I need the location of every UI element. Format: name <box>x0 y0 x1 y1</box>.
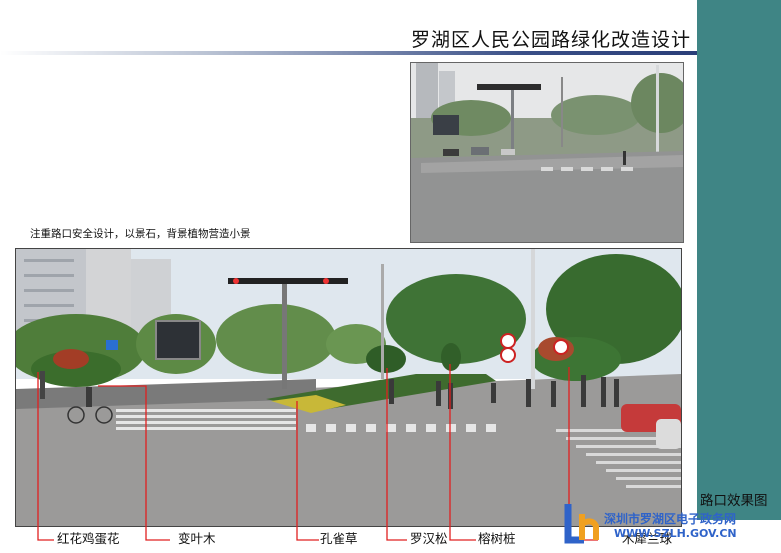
watermark-site-name: 深圳市罗湖区电子政务网 <box>604 512 737 526</box>
watermark-url: WWW.SZLH.GOV.CN <box>614 527 737 540</box>
lh-logo-icon <box>564 504 599 544</box>
callout-label-red-egg-flower: 红花鸡蛋花 <box>57 531 120 546</box>
callout-label-podocarpus: 罗汉松 <box>410 531 448 546</box>
watermark: 深圳市罗湖区电子政务网 WWW.SZLH.GOV.CN <box>562 500 762 548</box>
callout-lines <box>37 364 598 541</box>
callout-label-croton: 变叶木 <box>178 531 216 546</box>
callout-label-banyan-stump: 榕树桩 <box>478 531 516 546</box>
callout-label-peacock-grass: 孔雀草 <box>320 531 358 546</box>
